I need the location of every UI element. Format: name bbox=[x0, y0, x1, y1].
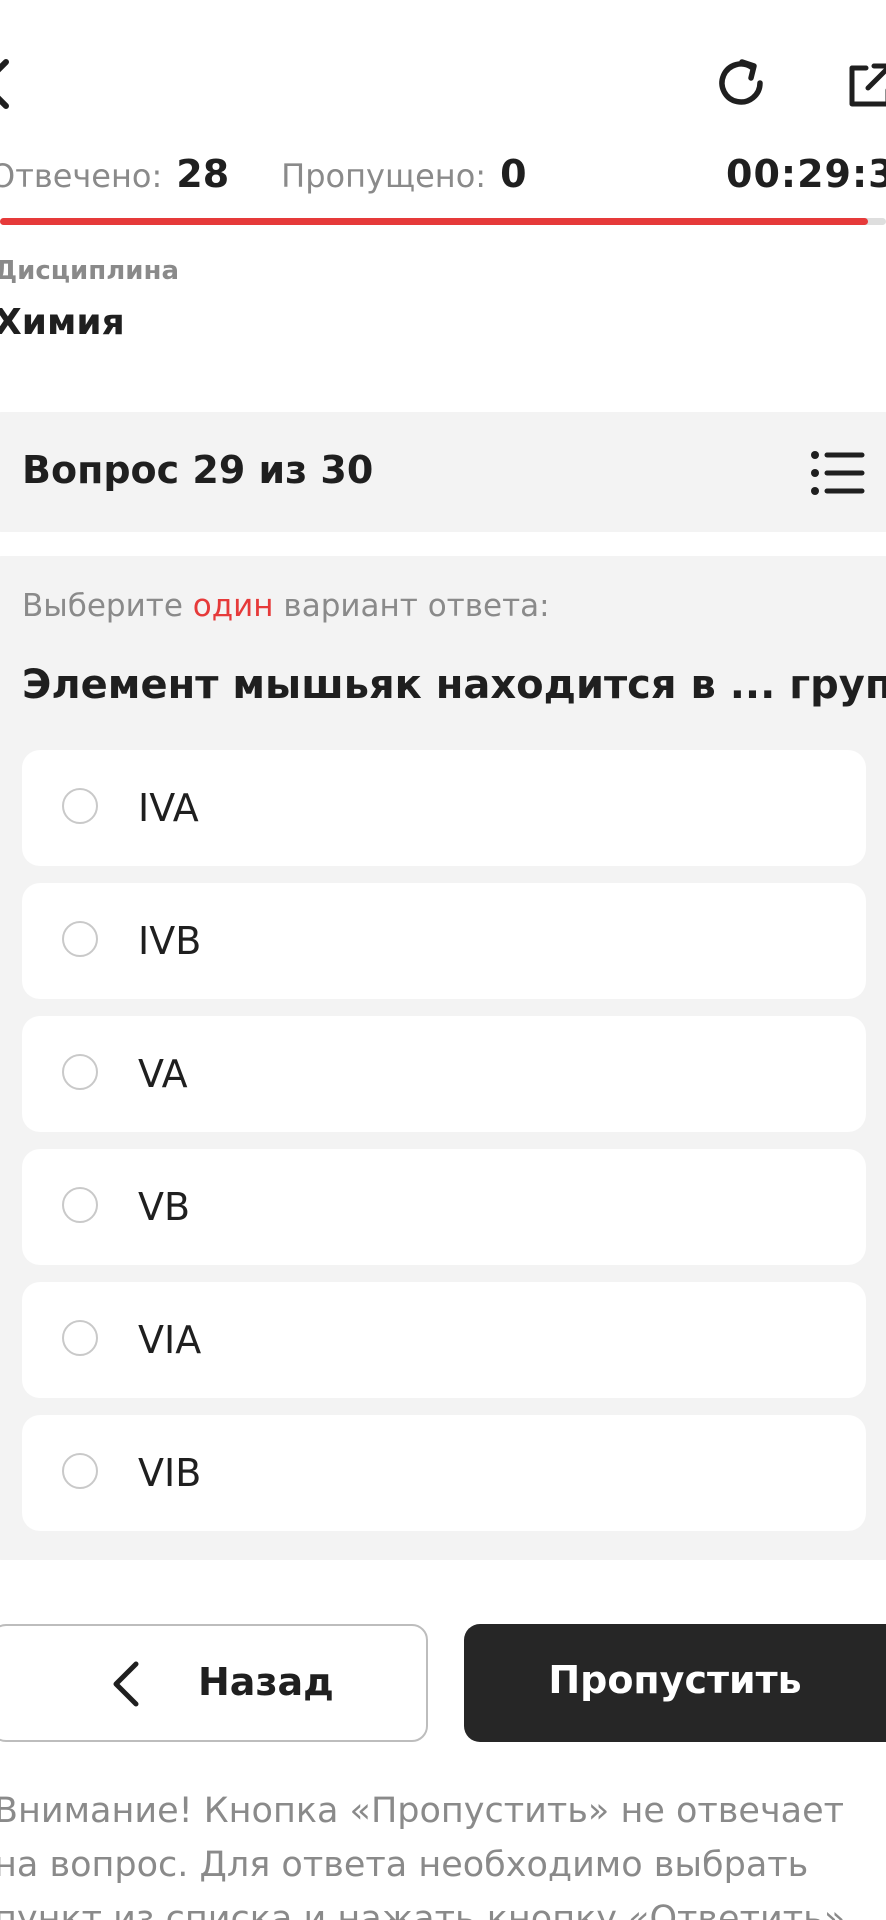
radio-button[interactable] bbox=[62, 1054, 98, 1090]
progress-bar-fill bbox=[0, 218, 869, 225]
option-label: VIB bbox=[138, 1451, 202, 1495]
skip-button[interactable]: Пропустить bbox=[464, 1624, 886, 1742]
option-label: VA bbox=[138, 1052, 188, 1096]
radio-button[interactable] bbox=[62, 1320, 98, 1356]
answered-label: Отвечено: bbox=[0, 157, 163, 195]
back-button[interactable]: Назад bbox=[0, 1624, 428, 1742]
answer-option[interactable]: VA bbox=[22, 1016, 866, 1132]
option-label: VB bbox=[138, 1185, 191, 1229]
test-page: Отвечено: 28 Пропущено: 0 00:29:35 Дисци… bbox=[0, 0, 886, 1920]
top-bar: Отвечено: 28 Пропущено: 0 00:29:35 bbox=[0, 0, 886, 225]
external-link-icon[interactable] bbox=[842, 58, 886, 114]
radio-button[interactable] bbox=[62, 1187, 98, 1223]
question-counter: Вопрос 29 из 30 bbox=[22, 448, 374, 492]
option-label: IVA bbox=[138, 786, 199, 830]
answered-count: 28 bbox=[176, 152, 230, 196]
refresh-icon[interactable] bbox=[712, 54, 770, 112]
answer-option[interactable]: VIB bbox=[22, 1415, 866, 1531]
discipline-value: Химия bbox=[0, 302, 125, 343]
instruction-accent: один bbox=[192, 588, 274, 624]
skip-notice: Внимание! Кнопка «Пропустить» не отвечае… bbox=[0, 1791, 846, 1920]
timer: 00:29:35 bbox=[726, 152, 886, 196]
radio-button[interactable] bbox=[62, 1453, 98, 1489]
progress-bar bbox=[0, 218, 886, 225]
option-label: VIA bbox=[138, 1318, 202, 1362]
answer-option[interactable]: IVA bbox=[22, 750, 866, 866]
radio-button[interactable] bbox=[62, 921, 98, 957]
answer-option[interactable]: VIA bbox=[22, 1282, 866, 1398]
back-button-label: Назад bbox=[198, 1660, 334, 1704]
question-header: Вопрос 29 из 30 bbox=[0, 412, 886, 532]
skip-button-label: Пропустить bbox=[548, 1658, 802, 1702]
back-chevron-icon[interactable] bbox=[0, 56, 18, 112]
answer-option[interactable]: IVB bbox=[22, 883, 866, 999]
answer-option[interactable]: VB bbox=[22, 1149, 866, 1265]
answer-stats: Отвечено: 28 Пропущено: 0 bbox=[0, 152, 527, 202]
question-text: Элемент мышьяк находится в ... группе bbox=[22, 662, 886, 708]
skipped-label: Пропущено: bbox=[281, 157, 487, 195]
question-card: Выберите один вариант ответа: Элемент мы… bbox=[0, 556, 886, 1560]
radio-button[interactable] bbox=[62, 788, 98, 824]
option-label: IVB bbox=[138, 919, 202, 963]
question-list-icon[interactable] bbox=[810, 450, 866, 496]
discipline-label: Дисциплина bbox=[0, 256, 180, 286]
skipped-count: 0 bbox=[500, 152, 527, 196]
chevron-left-icon bbox=[113, 1661, 139, 1707]
answer-options: IVA IVB VA VB VIA VIB bbox=[22, 750, 866, 1548]
answer-instruction: Выберите один вариант ответа: bbox=[22, 588, 550, 624]
